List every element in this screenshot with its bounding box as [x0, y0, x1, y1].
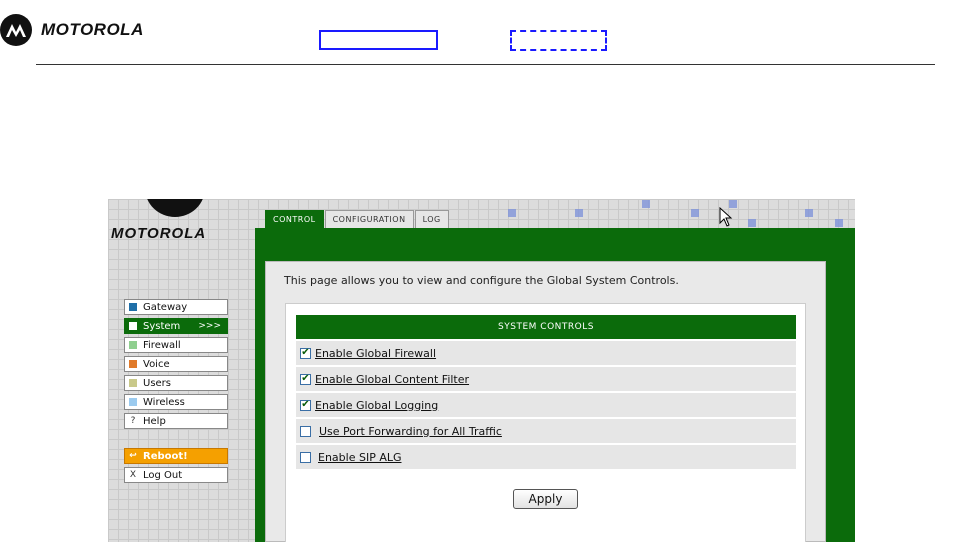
sidebar-item-label: Users: [143, 377, 172, 389]
decor-square: [508, 209, 516, 217]
users-color-icon: [129, 379, 137, 387]
motorola-batwing-icon: [0, 14, 32, 46]
motorola-wordmark: MOTOROLA: [41, 20, 144, 39]
control-row: ✔ Enable Global Content Filter: [296, 367, 796, 391]
reboot-button[interactable]: ↩ Reboot!: [124, 448, 228, 464]
control-label[interactable]: Use Port Forwarding for All Traffic: [319, 425, 502, 438]
checkbox-content-filter[interactable]: ✔: [300, 373, 311, 385]
router-brand-wordmark: MOTOROLA: [111, 225, 207, 242]
control-row: Enable SIP ALG: [296, 445, 796, 469]
sidebar-item-system[interactable]: System >>>: [124, 318, 228, 334]
voice-color-icon: [129, 360, 137, 368]
gateway-color-icon: [129, 303, 137, 311]
control-label[interactable]: Enable Global Logging: [315, 399, 438, 412]
control-row: ✔ Enable Global Firewall: [296, 341, 796, 365]
sidebar-item-users[interactable]: Users: [124, 375, 228, 391]
intro-text: This page allows you to view and configu…: [284, 274, 679, 287]
firewall-color-icon: [129, 341, 137, 349]
help-icon: ?: [130, 416, 136, 426]
control-label[interactable]: Enable Global Firewall: [315, 347, 436, 360]
reboot-label: Reboot!: [143, 450, 188, 462]
logout-icon: X: [129, 470, 137, 480]
sidebar-item-label: Gateway: [143, 301, 188, 313]
decor-square: [835, 219, 843, 227]
header-divider: [36, 64, 935, 65]
tab-control[interactable]: CONTROL: [265, 210, 324, 228]
active-arrow-icon: >>>: [198, 321, 221, 331]
motorola-logo-circle: [145, 199, 205, 217]
sidebar-item-firewall[interactable]: Firewall: [124, 337, 228, 353]
motorola-logo: MOTOROLA: [0, 10, 144, 50]
sidebar-item-label: Voice: [143, 358, 170, 370]
tab-log[interactable]: LOG: [414, 210, 449, 228]
sidebar-item-label: System: [143, 320, 181, 332]
checkbox-global-firewall[interactable]: ✔: [300, 347, 311, 359]
checkbox-global-logging[interactable]: ✔: [300, 399, 311, 411]
apply-button[interactable]: Apply: [513, 489, 578, 509]
mouse-cursor-icon: [719, 207, 733, 227]
decor-square: [642, 200, 650, 208]
decor-square: [805, 209, 813, 217]
sidebar-nav: Gateway System >>> Firewall Voice Users …: [124, 299, 228, 486]
logout-label: Log Out: [143, 469, 183, 481]
system-controls-box: SYSTEM CONTROLS ✔ Enable Global Firewall…: [285, 303, 806, 542]
tab-bar: CONTROL CONFIGURATION LOG: [265, 210, 450, 228]
header-link-box[interactable]: [319, 30, 438, 50]
checkbox-sip-alg[interactable]: [300, 451, 311, 463]
decor-square: [575, 209, 583, 217]
content-panel: This page allows you to view and configu…: [265, 261, 826, 542]
control-label[interactable]: Enable SIP ALG: [318, 451, 402, 464]
sidebar-item-voice[interactable]: Voice: [124, 356, 228, 372]
decor-square: [748, 219, 756, 227]
checkbox-port-forwarding[interactable]: [300, 425, 311, 437]
router-ui-screenshot: MOTOROLA CONTROL CONFIGURATION LOG Gatew…: [108, 199, 855, 542]
reboot-icon: ↩: [129, 451, 137, 461]
sidebar-item-label: Help: [143, 415, 166, 427]
section-title: SYSTEM CONTROLS: [296, 315, 796, 339]
tab-configuration[interactable]: CONFIGURATION: [324, 210, 414, 228]
sidebar-item-wireless[interactable]: Wireless: [124, 394, 228, 410]
system-color-icon: [129, 322, 137, 330]
sidebar-item-gateway[interactable]: Gateway: [124, 299, 228, 315]
sidebar-item-label: Firewall: [143, 339, 181, 351]
sidebar-item-label: Wireless: [143, 396, 185, 408]
control-row: Use Port Forwarding for All Traffic: [296, 419, 796, 443]
control-label[interactable]: Enable Global Content Filter: [315, 373, 469, 386]
sidebar-item-help[interactable]: ? Help: [124, 413, 228, 429]
wireless-color-icon: [129, 398, 137, 406]
logout-button[interactable]: X Log Out: [124, 467, 228, 483]
control-row: ✔ Enable Global Logging: [296, 393, 796, 417]
decor-square: [691, 209, 699, 217]
header-dashed-box[interactable]: [510, 30, 607, 51]
